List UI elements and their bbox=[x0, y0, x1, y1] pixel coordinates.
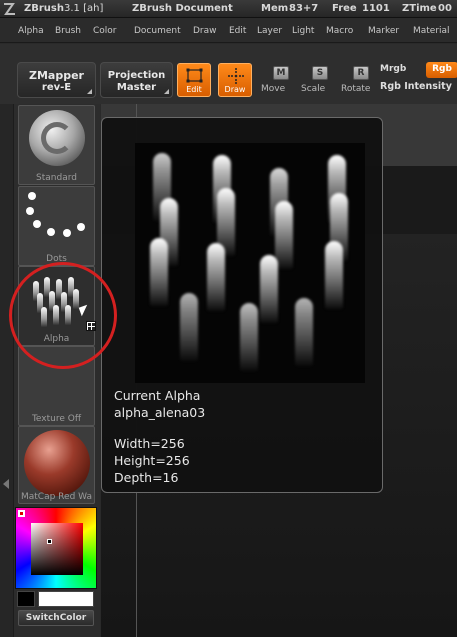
scale-icon[interactable]: S bbox=[312, 66, 328, 80]
free-label: Free bbox=[332, 3, 357, 14]
main-color-swatch[interactable] bbox=[17, 591, 35, 607]
alpha-figure bbox=[325, 241, 343, 309]
saturation-value-square[interactable] bbox=[31, 523, 83, 575]
edit-button[interactable]: Edit bbox=[177, 63, 211, 97]
alpha-depth: Depth=16 bbox=[114, 470, 179, 485]
scale-label[interactable]: Scale bbox=[301, 84, 325, 94]
stroke-dot bbox=[63, 229, 71, 237]
material-label: MatCap Red Wa bbox=[21, 492, 92, 502]
menu-brush[interactable]: Brush bbox=[55, 26, 81, 36]
alpha-figure bbox=[207, 243, 225, 311]
menu-alpha[interactable]: Alpha bbox=[18, 26, 44, 36]
brush-label: Standard bbox=[36, 173, 77, 183]
shelf-expand-arrow-icon[interactable] bbox=[3, 479, 9, 489]
edit-icon bbox=[186, 68, 203, 83]
stroke-dot bbox=[47, 228, 55, 236]
dropdown-corner-icon bbox=[87, 89, 92, 94]
menu-bar: Alpha Brush Color Document Draw Edit Lay… bbox=[0, 18, 457, 43]
menu-light[interactable]: Light bbox=[292, 26, 314, 36]
menu-macro[interactable]: Macro bbox=[326, 26, 353, 36]
menu-color[interactable]: Color bbox=[93, 26, 117, 36]
title-bar: ZBrush 3.1 [ah] ZBrush Document Mem 83+7… bbox=[0, 0, 457, 18]
zmapper-label: ZMapper bbox=[29, 69, 84, 82]
projection-master-button[interactable]: Projection Master bbox=[100, 62, 173, 98]
alpha-figure bbox=[240, 303, 258, 371]
zmapper-sub-label: rev-E bbox=[41, 82, 72, 93]
alpha-figure bbox=[295, 298, 313, 366]
left-shelf bbox=[0, 104, 14, 637]
stroke-thumbnail[interactable]: Dots bbox=[18, 186, 95, 266]
alpha-figure bbox=[180, 293, 198, 361]
cursor-grid-icon bbox=[86, 321, 96, 331]
projection-label: Projection bbox=[107, 70, 166, 81]
current-alpha-title: Current Alpha bbox=[114, 388, 201, 403]
stroke-dot bbox=[77, 223, 85, 231]
zbrush-logo-icon bbox=[4, 3, 15, 15]
alpha-height: Height=256 bbox=[114, 453, 190, 468]
material-thumbnail[interactable]: MatCap Red Wa bbox=[18, 426, 95, 504]
current-alpha-popup: Current Alpha alpha_alena03 Width=256 He… bbox=[101, 117, 383, 493]
free-value: 1101 bbox=[362, 3, 390, 14]
menu-marker[interactable]: Marker bbox=[368, 26, 399, 36]
alpha-width: Width=256 bbox=[114, 436, 185, 451]
rotate-label[interactable]: Rotate bbox=[341, 84, 370, 94]
color-picker[interactable] bbox=[15, 507, 97, 589]
ztime-label: ZTime bbox=[402, 3, 437, 14]
secondary-color-swatch[interactable] bbox=[38, 591, 94, 607]
draw-crosshair-icon bbox=[228, 68, 244, 84]
move-label[interactable]: Move bbox=[261, 84, 285, 94]
mem-value: 83+7 bbox=[289, 3, 319, 14]
alpha-figure bbox=[260, 255, 278, 323]
dropdown-corner-icon bbox=[164, 89, 169, 94]
color-selector-handle[interactable] bbox=[47, 539, 52, 544]
rgb-intensity-slider[interactable]: Rgb Intensity bbox=[380, 81, 452, 92]
stroke-dot bbox=[33, 220, 41, 228]
menu-document[interactable]: Document bbox=[134, 26, 181, 36]
red-highlight-circle bbox=[9, 262, 117, 369]
move-icon[interactable]: M bbox=[273, 66, 289, 80]
master-label: Master bbox=[116, 82, 157, 93]
alpha-preview-image bbox=[135, 143, 365, 383]
menu-edit[interactable]: Edit bbox=[229, 26, 246, 36]
ztime-value: 00 bbox=[438, 3, 452, 14]
edit-label: Edit bbox=[186, 85, 202, 94]
stroke-dot bbox=[26, 207, 34, 215]
switch-color-button[interactable]: SwitchColor bbox=[18, 610, 94, 626]
rotate-icon[interactable]: R bbox=[353, 66, 369, 80]
stroke-dot bbox=[28, 192, 36, 200]
alpha-figure bbox=[275, 201, 293, 269]
brush-swirl-icon bbox=[41, 122, 73, 154]
mrgb-toggle[interactable]: Mrgb bbox=[380, 64, 406, 74]
mem-label: Mem bbox=[261, 3, 289, 14]
zmapper-button[interactable]: ZMapper rev-E bbox=[17, 62, 96, 98]
draw-label: Draw bbox=[224, 85, 246, 94]
app-version: 3.1 [ah] bbox=[64, 3, 104, 14]
menu-material[interactable]: Material bbox=[413, 26, 450, 36]
alpha-name: alpha_alena03 bbox=[114, 405, 206, 420]
texture-label: Texture Off bbox=[31, 414, 82, 424]
menu-layer[interactable]: Layer bbox=[257, 26, 282, 36]
document-name: ZBrush Document bbox=[132, 3, 233, 14]
rgb-toggle[interactable]: Rgb bbox=[426, 62, 457, 78]
menu-draw[interactable]: Draw bbox=[193, 26, 217, 36]
hue-selector-handle[interactable] bbox=[18, 510, 25, 517]
alpha-figure bbox=[150, 238, 168, 306]
matcap-sphere-icon bbox=[24, 430, 90, 496]
brush-thumbnail[interactable]: Standard bbox=[18, 105, 95, 185]
draw-button[interactable]: Draw bbox=[218, 63, 252, 97]
app-name: ZBrush bbox=[24, 3, 64, 14]
